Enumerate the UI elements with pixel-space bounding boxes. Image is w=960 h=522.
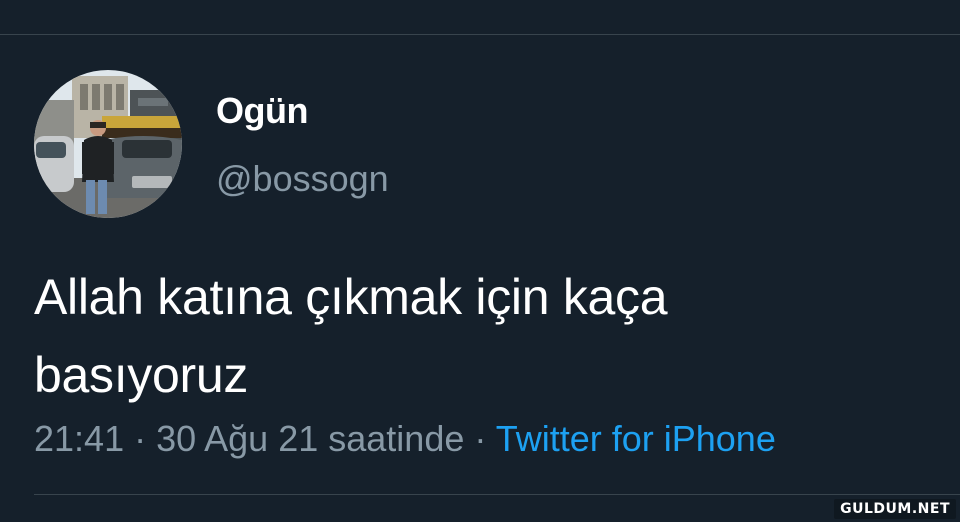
avatar[interactable] — [34, 70, 182, 218]
tweet-meta: 21:41 · 30 Ağu 21 saatinde · Twitter for… — [34, 418, 776, 460]
avatar-photo — [34, 70, 182, 218]
meta-separator: · — [124, 418, 157, 459]
tweet-text-line-1: Allah katına çıkmak için kaça — [34, 269, 668, 325]
tweet-text: Allah katına çıkmak için kaça basıyoruz — [34, 258, 914, 414]
tweet-text-line-2: basıyoruz — [34, 347, 249, 403]
tweet-page: Ogün @bossogn Allah katına çıkmak için k… — [0, 0, 960, 522]
tweet-time[interactable]: 21:41 — [34, 418, 124, 459]
display-name[interactable]: Ogün — [216, 90, 308, 132]
top-divider — [0, 34, 960, 35]
user-handle[interactable]: @bossogn — [216, 158, 389, 200]
watermark-logo: GULDUM.NET — [834, 499, 956, 519]
tweet-source-link[interactable]: Twitter for iPhone — [496, 418, 776, 459]
bottom-divider — [34, 494, 960, 495]
meta-separator: · — [464, 418, 496, 459]
tweet-date[interactable]: 30 Ağu 21 saatinde — [156, 418, 464, 459]
